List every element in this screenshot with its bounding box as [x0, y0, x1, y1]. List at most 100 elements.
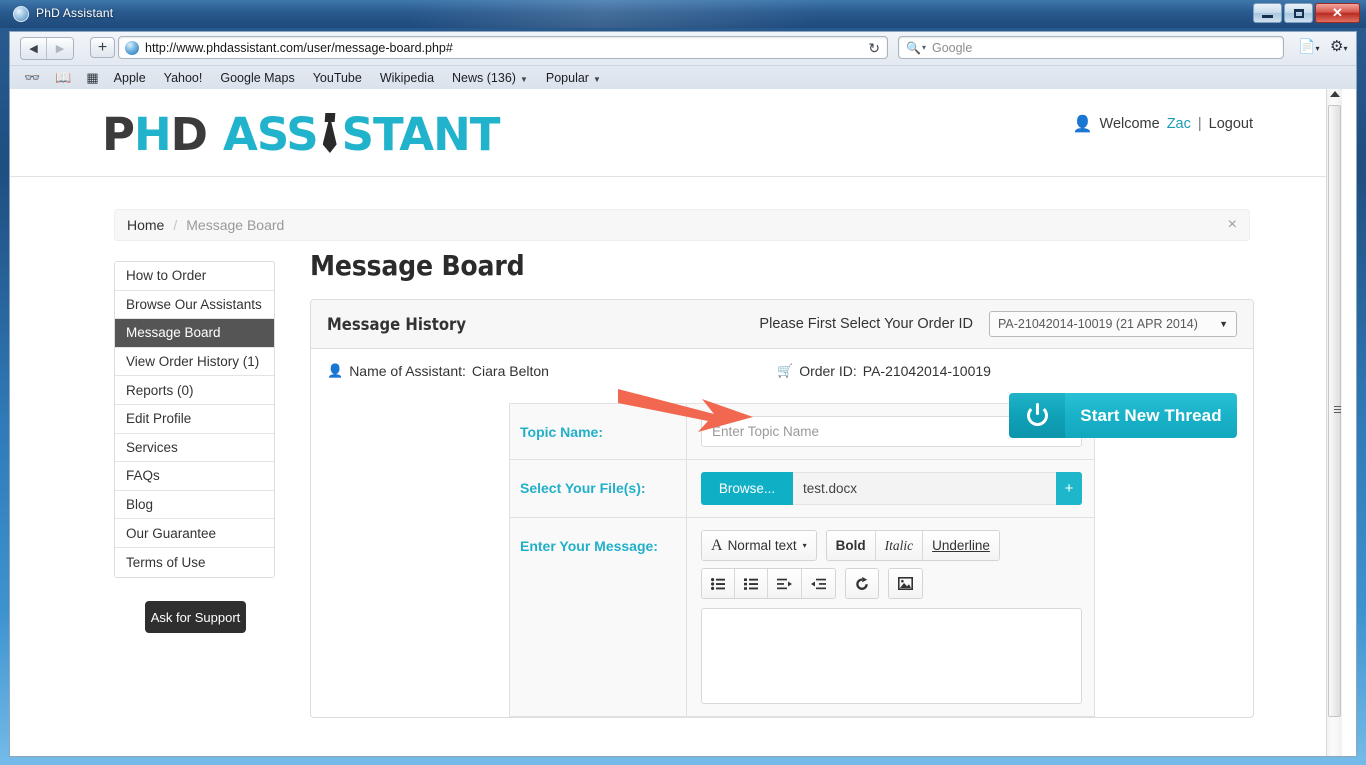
panel-header: Message History Please First Select Your…	[311, 300, 1253, 349]
sidebar-item-our-guarantee[interactable]: Our Guarantee	[115, 519, 274, 548]
underline-button[interactable]: Underline	[923, 531, 999, 560]
address-bar[interactable]: http://www.phdassistant.com/user/message…	[118, 36, 888, 59]
titlebar-sheen	[0, 0, 1366, 28]
enter-message-label: Enter Your Message:	[510, 518, 687, 716]
gear-icon[interactable]: ⚙▾	[1330, 37, 1347, 55]
user-icon: 👤	[1072, 116, 1093, 133]
sidebar-item-blog[interactable]: Blog	[115, 490, 274, 520]
add-file-button[interactable]: +	[1056, 472, 1082, 505]
order-id-select[interactable]: PA-21042014-10019 (21 APR 2014) ▼	[989, 311, 1237, 337]
assistant-info: 👤 Name of Assistant: Ciara Belton	[327, 363, 777, 379]
minimize-icon	[1262, 15, 1273, 18]
topic-name-label: Topic Name:	[510, 404, 687, 459]
sidebar-item-terms-of-use[interactable]: Terms of Use	[115, 547, 274, 577]
file-field-wrap: Browse... test.docx +	[687, 460, 1094, 517]
redo-icon[interactable]	[846, 569, 878, 598]
text-style-label: Normal text	[727, 538, 797, 553]
reload-icon[interactable]: ↻	[868, 41, 880, 55]
logout-link[interactable]: Logout	[1209, 116, 1253, 132]
image-group	[888, 568, 923, 599]
tie-icon	[319, 111, 341, 157]
bookmark-news[interactable]: News (136) ▼	[452, 71, 528, 85]
user-name[interactable]: Zac	[1167, 116, 1191, 132]
form-row-topic: Topic Name: Enter Topic Name	[510, 404, 1094, 460]
search-bar[interactable]: 🔍 ▾ Google	[898, 36, 1284, 59]
bookmark-apple[interactable]: Apple	[114, 71, 146, 85]
sidebar-item-edit-profile[interactable]: Edit Profile	[115, 404, 274, 434]
new-tab-button[interactable]: +	[90, 37, 115, 58]
indent-right-icon[interactable]	[768, 569, 802, 598]
italic-button[interactable]: Italic	[875, 531, 924, 560]
assistant-name: Ciara Belton	[471, 363, 549, 379]
breadcrumb: Home / Message Board ×	[114, 209, 1250, 241]
chevron-down-icon: ▼	[592, 74, 601, 84]
editor-toolbar-row-1: A Normal text ▾ Bold Italic Underline	[701, 530, 1009, 561]
bookmark-wikipedia[interactable]: Wikipedia	[380, 71, 434, 85]
indent-left-icon[interactable]	[802, 569, 835, 598]
book-icon[interactable]: 📖	[55, 70, 71, 86]
search-icon: 🔍	[906, 40, 921, 55]
scrollbar-thumb[interactable]	[1328, 105, 1341, 717]
page-favicon-icon	[125, 40, 139, 55]
reading-glasses-icon[interactable]: 👓	[24, 70, 40, 86]
site-logo[interactable]: PHD ASS STANT	[102, 107, 500, 161]
panel-title: Message History	[327, 314, 467, 334]
main-content: Message Board Message History Please Fir…	[310, 249, 1254, 718]
breadcrumb-current: Message Board	[186, 217, 285, 233]
bookmark-google-maps[interactable]: Google Maps	[220, 71, 294, 85]
start-new-thread-label: Start New Thread	[1080, 405, 1222, 425]
sidebar-item-services[interactable]: Services	[115, 433, 274, 463]
order-id-label: Order ID:	[799, 363, 857, 379]
file-upload-control: Browse... test.docx +	[701, 472, 1082, 505]
welcome-separator: |	[1197, 116, 1202, 132]
power-icon	[1009, 393, 1065, 438]
forward-button[interactable]: ▶	[47, 38, 73, 59]
close-icon[interactable]: ×	[1228, 217, 1237, 233]
vertical-scrollbar[interactable]	[1326, 89, 1342, 756]
maximize-button[interactable]	[1284, 3, 1313, 23]
page-viewport: PHD ASS STANT 👤 Welcome Zac | Logout Hom…	[9, 89, 1357, 757]
bold-button[interactable]: Bold	[826, 531, 876, 560]
selected-file-name: test.docx	[793, 472, 1056, 505]
browse-button[interactable]: Browse...	[701, 472, 793, 505]
assistant-label: Name of Assistant:	[349, 363, 466, 379]
nav-buttons: ◀ ▶	[20, 37, 74, 60]
sidebar-item-how-to-order[interactable]: How to Order	[115, 262, 274, 291]
sidebar-item-view-order-history[interactable]: View Order History (1)	[115, 347, 274, 377]
address-bar-url: http://www.phdassistant.com/user/message…	[145, 40, 453, 55]
sidebar-item-reports[interactable]: Reports (0)	[115, 376, 274, 405]
scroll-up-icon[interactable]	[1330, 91, 1340, 97]
close-button[interactable]: ✕	[1315, 3, 1360, 23]
back-button[interactable]: ◀	[21, 38, 47, 59]
text-style-dropdown[interactable]: A Normal text ▾	[702, 531, 816, 560]
bookmark-popular[interactable]: Popular ▼	[546, 71, 601, 85]
breadcrumb-home[interactable]: Home	[127, 217, 164, 233]
message-field-wrap: A Normal text ▾ Bold Italic Underline	[687, 518, 1094, 716]
sidebar-item-message-board[interactable]: Message Board	[115, 319, 274, 348]
sidebar-item-browse-assistants[interactable]: Browse Our Assistants	[115, 290, 274, 320]
order-id-value: PA-21042014-10019	[862, 363, 991, 379]
form-row-message: Enter Your Message: A Normal text ▾ Bold…	[510, 518, 1094, 717]
bookmark-youtube[interactable]: YouTube	[313, 71, 362, 85]
start-new-thread-button[interactable]: Start New Thread	[1009, 393, 1237, 438]
page-menu-icon[interactable]: 📄▾	[1298, 38, 1319, 55]
chevron-down-icon: ▼	[519, 74, 528, 84]
apps-grid-icon[interactable]: ▦	[86, 70, 98, 86]
window-favicon-icon	[13, 6, 29, 22]
minimize-button[interactable]	[1253, 3, 1282, 23]
logo-ph: PHD	[102, 107, 208, 161]
sidebar-item-faqs[interactable]: FAQs	[115, 462, 274, 491]
maximize-icon	[1293, 8, 1304, 18]
message-textarea[interactable]	[701, 608, 1082, 704]
search-engine-caret-icon[interactable]: ▾	[922, 43, 926, 52]
bookmark-yahoo[interactable]: Yahoo!	[164, 71, 203, 85]
ask-for-support-button[interactable]: Ask for Support	[145, 601, 246, 633]
bookmarks-bar: 👓 📖 ▦ Apple Yahoo! Google Maps YouTube W…	[10, 65, 1356, 89]
font-style-icon: A	[711, 536, 723, 554]
insert-image-icon[interactable]	[889, 569, 922, 598]
page-title: Message Board	[310, 249, 525, 282]
order-meta-row: 👤 Name of Assistant: Ciara Belton 🛒 Orde…	[327, 363, 1237, 379]
ordered-list-icon[interactable]	[735, 569, 768, 598]
window-title: PhD Assistant	[36, 6, 114, 20]
unordered-list-icon[interactable]	[702, 569, 735, 598]
